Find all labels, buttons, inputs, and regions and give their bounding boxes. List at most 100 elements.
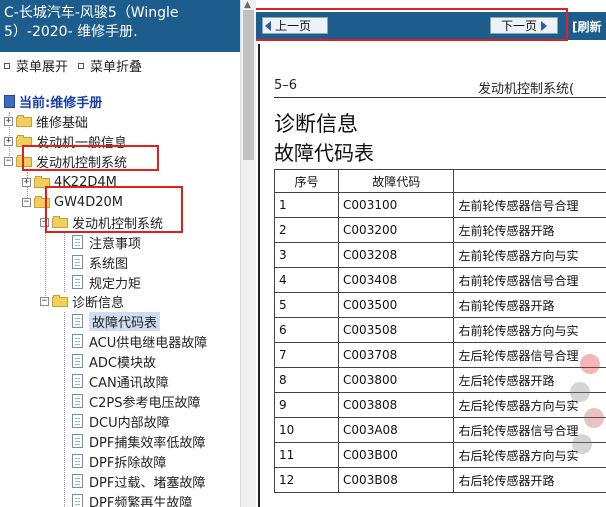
cell-code: C003408 [338,267,455,293]
expand-menu-button[interactable]: 菜单展开 [4,56,68,75]
tree-item-label: ADC模块故 [89,355,156,371]
tree-item-label: 系统图 [89,256,129,272]
document-icon [72,354,83,368]
cell-description: 右后轮传感器开路 [453,467,606,493]
tree-item-label: 维修基础 [36,115,89,131]
document-pane: 上一页 下一页 [刷新 5–6 发动机控制系统( 诊断信息 故障代码表 序号 故… [256,0,606,507]
cell-index: 2 [273,217,340,243]
tree-item-label: DPF拆除故障 [89,455,167,471]
table-row: 4 C003408 右前轮传感器信号合理 [273,267,606,293]
expand-plus-icon[interactable]: + [4,116,13,126]
tree-item-label: 注意事项 [89,236,142,252]
tree-item-diagnostic-info[interactable]: − 诊断信息 [40,291,124,311]
expand-plus-icon[interactable]: + [22,177,31,187]
header-rule [274,97,606,98]
tree-current-root[interactable]: 当前:维修手册 [4,91,102,111]
tree-item-torque-specs[interactable]: 规定力矩 [72,272,141,292]
document-icon [72,255,83,269]
cell-code: C003200 [338,217,455,243]
tree-item[interactable]: CAN通讯故障 [72,371,169,391]
tree-item-system-diagram[interactable]: 系统图 [72,252,128,272]
cell-code: C003508 [338,317,455,343]
annotation-box [45,186,183,233]
collapse-minus-icon[interactable]: − [40,296,49,306]
cell-index: 9 [273,392,340,418]
cell-index: 12 [273,467,340,493]
cell-index: 1 [273,192,340,218]
table-row: 9 C003808 左后轮传感器方向与实 [273,392,606,418]
document-icon [72,414,83,428]
document-page: 5–6 发动机控制系统( 诊断信息 故障代码表 序号 故障代码 1 C003100… [258,44,606,507]
document-icon [72,314,83,328]
cell-description: 左前轮传感器方向与实 [453,242,606,268]
cell-description: 右前轮传感器信号合理 [453,267,606,293]
cell-code: C003708 [338,342,455,368]
tree-item[interactable]: DPF捕集效率低故障 [72,431,205,451]
cell-index: 7 [273,342,340,368]
cell-code: C003B08 [338,467,455,493]
chapter-title: 发动机控制系统( [478,82,575,97]
cell-code: C003500 [338,292,455,318]
cell-description: 右前轮传感器开路 [453,292,606,318]
table-row: 3 C003208 左前轮传感器方向与实 [273,242,606,268]
document-icon [72,454,83,468]
collapse-menu-button[interactable]: 菜单折叠 [78,56,142,75]
table-row: 6 C003508 右前轮传感器方向与实 [273,317,606,343]
tree-item[interactable]: DCU内部故障 [72,411,170,431]
cell-code: C003800 [338,367,455,393]
table-row: 10 C003A08 右后轮传感器信号合理 [273,417,606,443]
document-icon [72,434,83,448]
document-icon [72,235,83,249]
column-header-code: 故障代码 [338,169,455,193]
expand-plus-icon[interactable]: + [4,136,13,146]
tree-item[interactable]: ACU供电继电器故障 [72,331,207,351]
cell-description: 左前轮传感器信号合理 [453,192,606,218]
tree-item-label: 规定力矩 [89,276,142,292]
table-row: 11 C003B00 右后轮传感器方向与实 [273,442,606,468]
cell-description: 左前轮传感器开路 [453,217,606,243]
tree-item-fault-code-table[interactable]: 故障代码表 [72,311,161,331]
tree-item-label-selected: 故障代码表 [89,311,161,331]
tree-item-maintenance-basics[interactable]: + 维修基础 [4,111,88,131]
menu-controls: 菜单展开 菜单折叠 [0,56,240,76]
square-icon [78,62,84,69]
tree-item[interactable]: DPF过载、堵塞故障 [72,471,205,491]
cell-index: 3 [273,242,340,268]
cell-index: 8 [273,367,340,393]
column-header-index: 序号 [273,169,340,193]
document-icon [72,494,83,507]
document-icon [72,275,83,289]
scroll-up-arrow-icon[interactable]: ▲ [244,0,251,10]
tree-item-precautions[interactable]: 注意事项 [72,232,141,252]
left-navigation-pane: C-长城汽车-风骏5（Wingle 5）-2020- 维修手册. 菜单展开 菜单… [0,0,240,507]
tree-item-label: 诊断信息 [72,295,125,311]
fault-code-table: 序号 故障代码 1 C003100 左前轮传感器信号合理 2 C003200 左前轮传感器… [273,169,606,493]
tree-item-label: DPF过载、堵塞故障 [89,475,206,491]
table-row: 12 C003B08 右后轮传感器开路 [273,467,606,493]
tree-item[interactable]: DPF拆除故障 [72,451,166,471]
tree-item[interactable]: C2PS参考电压故障 [72,391,200,411]
tree-item-label: C2PS参考电压故障 [89,395,201,411]
book-icon [4,94,15,108]
table-row: 5 C003500 右前轮传感器开路 [273,292,606,318]
table-row: 7 C003708 左后轮传感器信号合理 [273,342,606,368]
cell-code: C003100 [338,192,455,218]
tree-item-label: DPF捕集效率低故障 [89,435,206,451]
tree-item-label: DCU内部故障 [89,415,170,431]
table-row: 1 C003100 左前轮传感器信号合理 [273,192,606,218]
scrollbar-thumb[interactable] [243,10,254,160]
section-number: 5–6 [274,78,298,93]
watermark-logo [570,354,604,454]
collapse-minus-icon[interactable]: − [22,197,31,207]
folder-open-icon [52,295,68,307]
page-heading: 诊断信息 [274,112,358,136]
cell-index: 11 [273,442,340,468]
tree-item[interactable]: DPF频繁再生故障 [72,491,192,507]
collapse-menu-label: 菜单折叠 [90,60,143,75]
tree-item[interactable]: ADC模块故 [72,351,156,371]
document-icon [72,374,83,388]
collapse-minus-icon[interactable]: − [4,156,13,166]
refresh-link[interactable]: [刷新 [572,18,602,35]
cell-index: 6 [273,317,340,343]
tree-scrollbar[interactable]: ▲ [240,0,256,507]
